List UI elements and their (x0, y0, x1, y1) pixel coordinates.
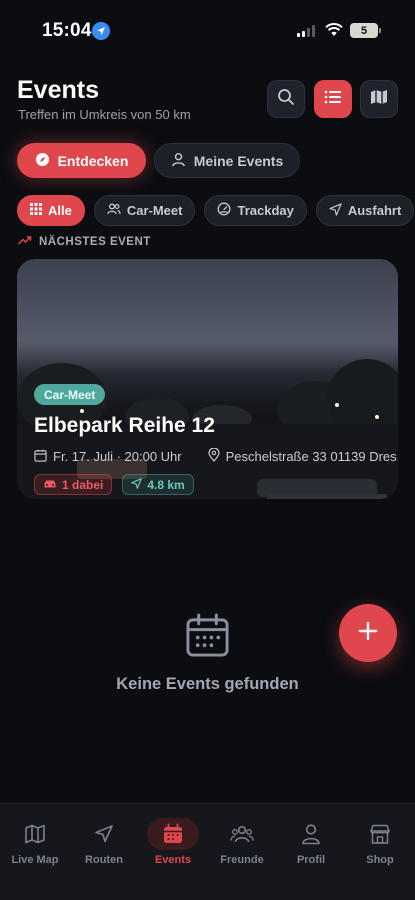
filter-chip-car-meet[interactable]: Car-Meet (93, 195, 196, 226)
filter-chip-ausfahrt[interactable]: Ausfahrt (315, 195, 415, 226)
navigation-icon (131, 477, 143, 492)
attendees-pill: 1 dabei (34, 474, 113, 495)
search-button[interactable] (267, 80, 305, 118)
empty-state-text: Keine Events gefunden (116, 675, 299, 693)
status-time: 15:04 (42, 20, 92, 41)
event-type-badge: Car-Meet (34, 384, 106, 405)
distance-value: 4.8 km (147, 477, 185, 492)
page-subtitle: Treffen im Umkreis von 50 km (18, 107, 191, 122)
tab-label: Live Map (11, 854, 59, 866)
filter-chip-label: Car-Meet (126, 203, 183, 218)
event-title: Elbepark Reihe 12 (34, 414, 215, 437)
signal-icon (297, 25, 315, 37)
tab-friends[interactable]: Freunde (207, 818, 277, 866)
calendar-icon (147, 818, 199, 850)
status-bar: 15:04 5 (0, 0, 415, 60)
tab-profile[interactable]: Profil (276, 818, 346, 866)
wifi-icon (325, 23, 343, 42)
grid-icon (30, 203, 42, 218)
list-view-button[interactable] (314, 80, 352, 118)
battery-indicator: 5 (350, 23, 381, 38)
user-icon (171, 152, 186, 170)
shop-icon (354, 818, 406, 850)
event-location: Peschelstraße 33 01139 Dres... (225, 449, 398, 464)
event-meta: Fr. 17. Juli · 20:00 Uhr Peschelstraße 3… (34, 447, 398, 465)
tab-shop[interactable]: Shop (345, 818, 415, 866)
people-icon (107, 203, 121, 218)
compass-icon (35, 152, 50, 170)
tab-label: Profil (296, 854, 326, 866)
filter-chip-label: Trackday (237, 203, 294, 218)
tab-events[interactable]: Events (138, 818, 208, 866)
plus-icon (358, 621, 378, 646)
map-icon (370, 88, 388, 111)
page-title: Events (17, 76, 99, 104)
calendar-icon (34, 449, 47, 465)
list-icon (324, 89, 342, 110)
car-icon (43, 478, 57, 492)
tab-label: Events (154, 854, 192, 866)
navigation-icon (329, 202, 342, 219)
tab-label: Shop (366, 854, 394, 866)
tab-label: Freunde (220, 854, 264, 866)
tab-live-map[interactable]: Live Map (0, 818, 70, 866)
profile-icon (285, 818, 337, 850)
friends-icon (216, 818, 268, 850)
speedometer-icon (217, 202, 231, 219)
attendees-count: 1 dabei (62, 477, 104, 492)
search-icon (277, 88, 295, 111)
event-date: Fr. 17. Juli · 20:00 Uhr (53, 449, 182, 464)
section-label: NÄCHSTES EVENT (18, 235, 151, 248)
filter-chip-trackday[interactable]: Trackday (204, 195, 307, 226)
section-label-text: NÄCHSTES EVENT (39, 235, 151, 248)
tab-my-events[interactable]: Meine Events (154, 143, 300, 178)
add-event-button[interactable] (339, 604, 397, 662)
calendar-icon (185, 613, 230, 663)
map-pin-icon (208, 447, 220, 465)
navigation-icon (78, 818, 130, 850)
filter-chip-all[interactable]: Alle (17, 195, 85, 226)
map-view-button[interactable] (360, 80, 398, 118)
distance-pill: 4.8 km (122, 474, 194, 495)
filter-chip-label: Ausfahrt (347, 203, 402, 218)
map-icon (9, 818, 61, 850)
filter-chips: Alle Car-Meet Trackday Ausfahrt (17, 195, 415, 226)
tab-label: Routen (85, 854, 123, 866)
trending-up-icon (18, 235, 32, 248)
tab-discover[interactable]: Entdecken (17, 143, 146, 178)
location-arrow-icon (92, 22, 110, 40)
tab-my-events-label: Meine Events (193, 152, 284, 169)
tab-routes[interactable]: Routen (69, 818, 139, 866)
tab-discover-label: Entdecken (57, 152, 129, 169)
event-card[interactable]: Car-Meet Elbepark Reihe 12 Fr. 17. Juli … (17, 259, 398, 499)
event-stats: 1 dabei 4.8 km (34, 474, 194, 495)
events-screen: 15:04 5 Events Treffen im Umkreis von 50… (0, 0, 415, 900)
tab-bar: Live Map Routen Events Freunde Profil Sh… (0, 803, 415, 900)
filter-chip-label: Alle (48, 203, 72, 218)
